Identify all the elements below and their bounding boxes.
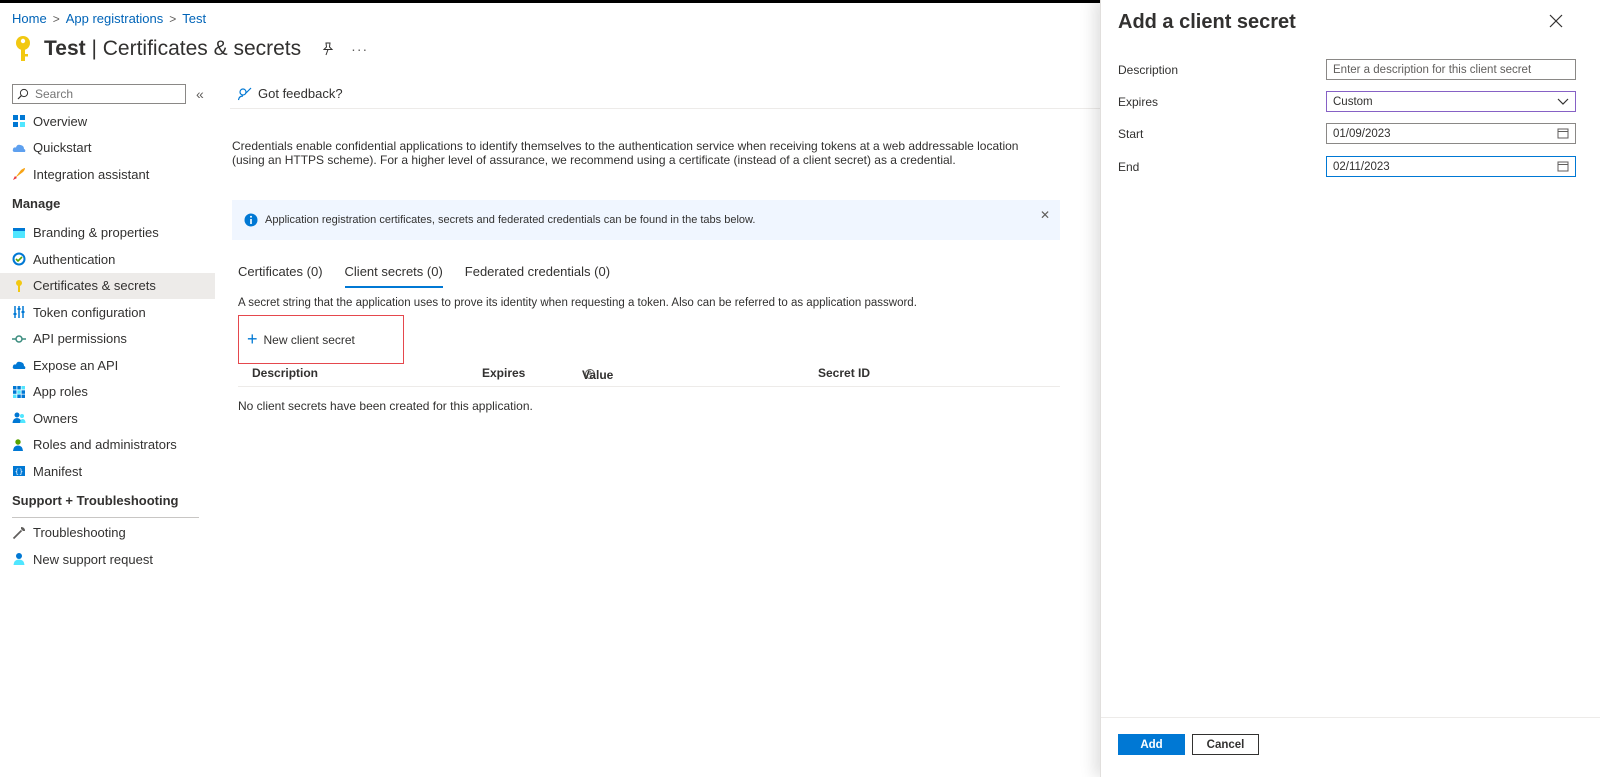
start-label: Start (1118, 127, 1144, 141)
tab-list: Certificates (0) Client secrets (0) Fede… (238, 264, 610, 288)
support-person-icon (13, 553, 25, 566)
sidebar-item-authentication[interactable]: Authentication (0, 246, 215, 273)
cloud-quickstart-icon (12, 144, 26, 152)
close-icon[interactable] (1549, 14, 1563, 28)
search-input[interactable] (35, 87, 175, 101)
panel-footer-divider (1101, 717, 1600, 718)
new-client-secret-button[interactable]: + New client secret (238, 315, 404, 364)
cloud-api-icon (12, 362, 26, 370)
column-header-expires: Expires (482, 366, 526, 380)
plus-icon: + (247, 329, 258, 349)
column-header-secret-id: Secret ID (818, 366, 871, 380)
sidebar-search[interactable] (12, 84, 186, 104)
authentication-icon (12, 252, 26, 266)
sidebar-item-expose-api[interactable]: Expose an API (0, 352, 215, 379)
page-header: Test | Certificates & secrets ··· (12, 34, 368, 64)
sliders-icon (13, 306, 25, 319)
sidebar-item-branding[interactable]: Branding & properties (0, 220, 215, 247)
branding-card-icon (13, 227, 25, 238)
sidebar-item-manifest[interactable]: {} Manifest (0, 458, 215, 485)
sidebar-item-roles-administrators[interactable]: Roles and administrators (0, 432, 215, 459)
expires-select[interactable]: Custom (1326, 91, 1576, 112)
end-date-input[interactable]: 02/11/2023 (1326, 156, 1576, 177)
rocket-icon (13, 168, 25, 181)
info-icon (244, 213, 258, 227)
svg-text:{}: {} (15, 468, 23, 476)
sidebar-item-new-support-request[interactable]: New support request (0, 546, 215, 573)
collapse-sidebar-icon[interactable]: « (196, 86, 204, 102)
tab-certificates[interactable]: Certificates (0) (238, 264, 323, 288)
sidebar-item-integration-assistant[interactable]: Integration assistant (0, 161, 215, 188)
breadcrumb-app-registrations[interactable]: App registrations (66, 11, 164, 26)
panel-title: Add a client secret (1118, 11, 1296, 33)
tab-client-secrets[interactable]: Client secrets (0) (344, 264, 443, 288)
sidebar-item-owners[interactable]: Owners (0, 405, 215, 432)
chevron-right-icon: > (169, 11, 177, 26)
info-banner-text: Application registration certificates, s… (265, 214, 756, 226)
cancel-button[interactable]: Cancel (1192, 734, 1259, 755)
toolbar-divider (230, 108, 1100, 109)
owners-people-icon (12, 412, 26, 424)
sidebar-item-api-permissions[interactable]: API permissions (0, 326, 215, 353)
breadcrumb-test[interactable]: Test (182, 11, 206, 26)
search-icon (17, 88, 29, 100)
tab-federated-credentials[interactable]: Federated credentials (0) (465, 264, 610, 288)
feedback-person-icon (238, 87, 252, 100)
more-options-icon[interactable]: ··· (351, 41, 368, 57)
sidebar-item-app-roles[interactable]: App roles (0, 379, 215, 406)
sidebar-item-troubleshooting[interactable]: Troubleshooting (0, 520, 215, 547)
key-icon (16, 36, 30, 61)
app-roles-grid-icon (13, 385, 25, 398)
close-icon[interactable]: ✕ (1040, 208, 1050, 222)
add-button[interactable]: Add (1118, 734, 1185, 755)
sidebar: « Overview Quickstart Integration assist… (0, 84, 215, 573)
secrets-table-header: Description Expires Value i Secret ID (238, 364, 1060, 387)
feedback-button[interactable]: Got feedback? (238, 86, 343, 101)
description-label: Description (1118, 63, 1179, 77)
key-icon (16, 279, 22, 292)
api-permissions-icon (12, 335, 26, 343)
chevron-down-icon (1557, 98, 1569, 105)
column-header-value: Value i (582, 368, 614, 382)
page-title: Test | Certificates & secrets (44, 37, 302, 60)
expires-label: Expires (1118, 95, 1159, 109)
info-banner: Application registration certificates, s… (232, 200, 1060, 240)
sidebar-item-overview[interactable]: Overview (0, 108, 215, 135)
sidebar-section-support: Support + Troubleshooting (12, 493, 179, 508)
chevron-right-icon: > (52, 11, 60, 26)
wrench-icon (12, 526, 25, 539)
breadcrumb-home[interactable]: Home (12, 11, 47, 26)
pin-icon[interactable] (321, 42, 335, 56)
description-input[interactable]: Enter a description for this client secr… (1326, 59, 1576, 80)
add-client-secret-panel: Add a client secret Description Enter a … (1100, 0, 1600, 777)
manifest-icon: {} (13, 466, 25, 477)
calendar-icon[interactable] (1557, 160, 1569, 172)
overview-grid-icon (13, 115, 25, 128)
sidebar-item-quickstart[interactable]: Quickstart (0, 135, 215, 162)
sidebar-item-certificates-secrets[interactable]: Certificates & secrets (0, 272, 215, 299)
column-header-description: Description (252, 366, 319, 380)
calendar-icon[interactable] (1557, 127, 1569, 139)
start-date-input[interactable]: 01/09/2023 (1326, 123, 1576, 144)
sidebar-item-token-configuration[interactable]: Token configuration (0, 299, 215, 326)
credentials-description: Credentials enable confidential applicat… (232, 139, 1019, 167)
roles-admin-icon (13, 439, 23, 451)
sidebar-section-manage: Manage (12, 196, 61, 211)
empty-table-message: No client secrets have been created for … (238, 399, 533, 413)
breadcrumb: Home > App registrations > Test (12, 11, 206, 26)
client-secret-description: A secret string that the application use… (238, 297, 917, 309)
end-label: End (1118, 160, 1140, 174)
